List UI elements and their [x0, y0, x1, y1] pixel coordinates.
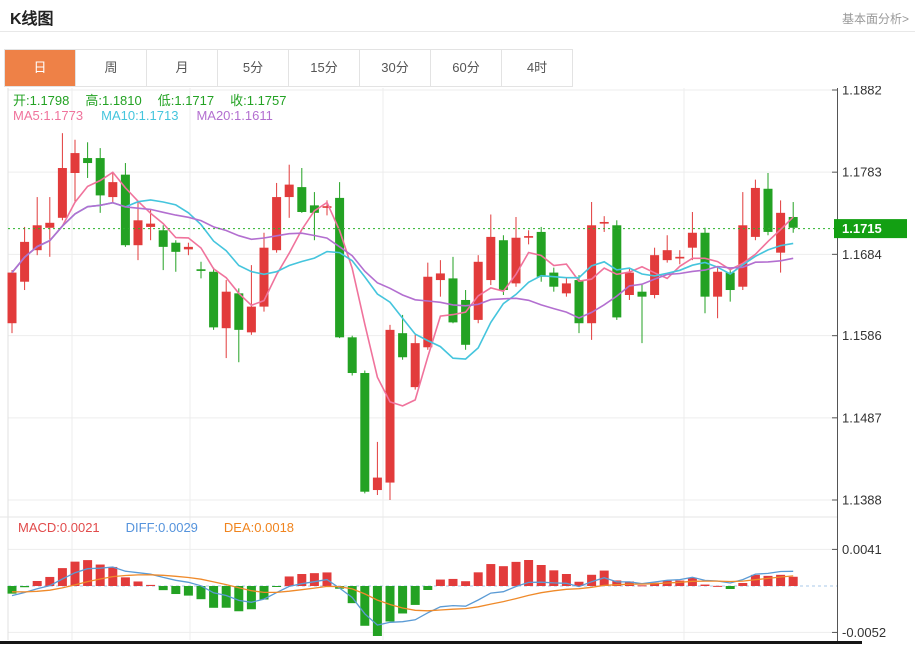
y-axis: 1.1882 1.1783 1.1684 1.1586 1.1487 1.1388 0.00… — [832, 86, 907, 642]
ma-legend: MA5:1.1773 MA10:1.1713 MA20:1.1611 — [13, 108, 273, 123]
fundamental-analysis-link[interactable]: 基本面分析> — [842, 10, 909, 27]
legend-item: 高:1.1810 — [85, 90, 141, 109]
axis-tick-label: 0.0041 — [842, 542, 882, 557]
legend-item: 收:1.1757 — [230, 90, 286, 109]
kline-page: K线图 基本面分析> 日周月5分15分30分60分4时 开:1.1798 高:1.… — [0, 0, 915, 645]
interval-tab-6[interactable]: 60分 — [431, 50, 502, 86]
interval-tab-2[interactable]: 月 — [147, 50, 218, 86]
axis-tick-label: 1.1783 — [842, 165, 882, 180]
interval-tab-3[interactable]: 5分 — [218, 50, 289, 86]
macd-legend: MACD:0.0021 DIFF:0.0029 DEA:0.0018 — [18, 520, 294, 535]
legend-item: 开:1.1798 — [13, 90, 69, 109]
page-title: K线图 — [10, 5, 54, 29]
legend-item: MA10:1.1713 — [101, 108, 178, 123]
interval-tab-0[interactable]: 日 — [5, 50, 76, 86]
axis-tick-label: 1.1586 — [842, 328, 882, 343]
interval-tab-5[interactable]: 30分 — [360, 50, 431, 86]
legend-item: 低:1.1717 — [158, 90, 214, 109]
legend-item: MA5:1.1773 — [13, 108, 83, 123]
legend-item: DIFF:0.0029 — [126, 520, 198, 535]
interval-tabbar: 日周月5分15分30分60分4时 — [4, 49, 573, 87]
x-axis-baseline — [0, 641, 862, 644]
header-divider — [0, 31, 915, 32]
legend-item: DEA:0.0018 — [224, 520, 294, 535]
interval-tab-4[interactable]: 15分 — [289, 50, 360, 86]
kline-chart-canvas[interactable]: 1.1882 1.1783 1.1684 1.1586 1.1487 1.1388 0.00… — [0, 86, 915, 645]
macd-panel — [8, 560, 798, 636]
axis-tick-label: 1.1684 — [842, 247, 882, 262]
axis-tick-label: 1.1487 — [842, 410, 882, 425]
interval-tab-7[interactable]: 4时 — [502, 50, 572, 86]
axis-tick-label: 1.1882 — [842, 86, 882, 98]
axis-tick-label: -0.0052 — [842, 625, 886, 640]
legend-item: MA20:1.1611 — [196, 108, 272, 123]
ohlc-legend: 开:1.1798 高:1.1810 低:1.1717 收:1.1757 — [13, 90, 287, 109]
interval-tab-1[interactable]: 周 — [76, 50, 147, 86]
current-price-label: 1.1715 — [842, 221, 882, 236]
legend-item: MACD:0.0021 — [18, 520, 100, 535]
axis-tick-label: 1.1388 — [842, 493, 882, 508]
